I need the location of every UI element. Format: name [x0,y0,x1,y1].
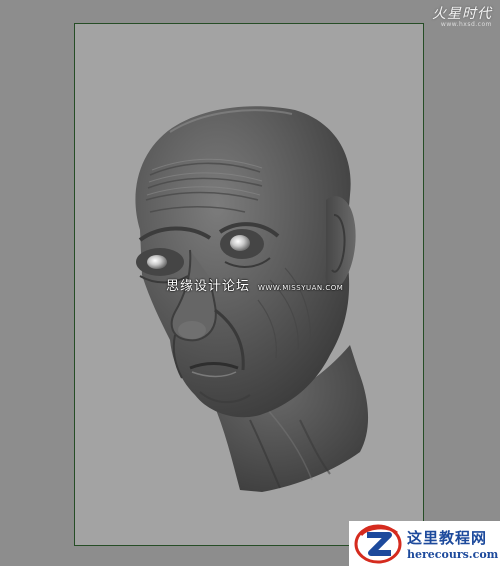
viewport[interactable]: 火星时代 www.hxsd.com 思缘设计论坛 WWW.MISSYUAN.COM… [0,0,500,566]
watermark-hxsd: 火星时代 www.hxsd.com [432,3,492,28]
logo-title: 这里教程网 [407,529,488,547]
watermark-missyuan-chinese: 思缘设计论坛 [166,279,251,294]
logo-z-icon [354,524,402,564]
watermark-hxsd-url: www.hxsd.com [440,21,492,28]
watermark-hxsd-title: 火星时代 [432,6,492,22]
watermark-missyuan: 思缘设计论坛 WWW.MISSYUAN.COM [166,275,343,294]
logo-url: herecours.com [407,548,499,561]
watermark-missyuan-url: WWW.MISSYUAN.COM [258,284,344,292]
site-logo[interactable]: 这里教程网 herecours.com [349,521,500,566]
